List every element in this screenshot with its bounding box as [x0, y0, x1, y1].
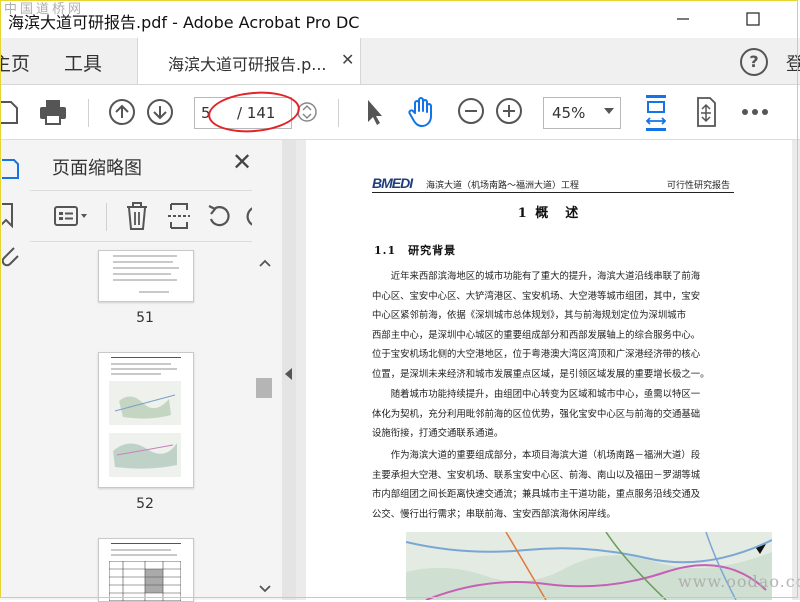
thumbnail-toolbar [30, 190, 282, 242]
main-toolbar: 5 / 141 45% [0, 85, 800, 140]
scroll-down-icon [259, 585, 271, 593]
zoom-out-icon[interactable] [456, 96, 486, 126]
tab-tools[interactable]: 工具 [64, 49, 102, 76]
toolbar-divider [106, 203, 107, 231]
page-header: BMEDI 海滨大道（机场南路～福洲大道）工程 可行性研究报告 [372, 175, 734, 193]
hand-tool-icon[interactable] [404, 95, 440, 129]
options-menu-icon[interactable] [52, 201, 92, 231]
delete-icon[interactable] [122, 199, 152, 233]
attachments-icon[interactable] [0, 242, 22, 272]
section-title: 1.1 研究背景 [374, 244, 457, 257]
zoom-level-value: 45% [552, 104, 586, 122]
fit-page-icon[interactable] [640, 93, 672, 133]
help-icon[interactable]: ? [740, 48, 768, 76]
print-icon[interactable] [36, 95, 70, 129]
watermark-bottom: www.oodao.com [678, 572, 800, 591]
sign-in-button[interactable]: 登 [786, 50, 800, 76]
collapse-arrow-icon [285, 368, 292, 380]
left-rail [0, 140, 31, 600]
extract-icon[interactable] [164, 199, 194, 233]
close-panel-icon[interactable]: ✕ [232, 148, 252, 176]
save-icon[interactable] [0, 97, 20, 127]
pdf-page: BMEDI 海滨大道（机场南路～福洲大道）工程 可行性研究报告 1 概 述 1.… [306, 140, 792, 600]
chapter-title: 1 概 述 [517, 206, 581, 221]
thumbnail-page[interactable] [98, 250, 194, 302]
window-title: 海滨大道可研报告.pdf - Adobe Acrobat Pro DC [8, 13, 360, 32]
panel-collapse-handle[interactable] [282, 140, 296, 600]
header-right: 可行性研究报告 [666, 181, 730, 191]
thumbnail-page[interactable] [98, 352, 194, 488]
tab-home[interactable]: 主页 [0, 49, 30, 76]
page-down-icon[interactable] [144, 96, 176, 128]
chevron-down-icon [604, 108, 614, 114]
tab-row: 主页 工具 海滨大道可研报告.p... ✕ [0, 38, 800, 85]
maximize-button[interactable] [730, 4, 776, 34]
thumbnail-scrollbar[interactable] [252, 140, 282, 600]
scroll-up-icon [259, 259, 271, 267]
header-title: 海滨大道（机场南路～福洲大道）工程 [426, 181, 580, 191]
select-cursor-icon[interactable] [360, 97, 388, 127]
panel-title: 页面缩略图 [52, 158, 142, 179]
zoom-in-icon[interactable] [494, 96, 524, 126]
title-bar: 中国道桥网 海滨大道可研报告.pdf - Adobe Acrobat Pro D… [0, 0, 800, 38]
thumbnail-map-image [109, 381, 181, 477]
thumbnail-table-image [109, 561, 181, 601]
document-view[interactable]: BMEDI 海滨大道（机场南路～福洲大道）工程 可行性研究报告 1 概 述 1.… [296, 140, 800, 600]
undo-icon[interactable] [204, 201, 234, 231]
minimize-button[interactable] [660, 4, 706, 34]
thumbnail-page-number: 52 [136, 496, 154, 512]
maximize-icon [746, 12, 760, 26]
tab-document[interactable]: 海滨大道可研报告.p... ✕ [137, 38, 361, 84]
toolbar-divider [88, 99, 89, 127]
more-icon[interactable] [738, 99, 772, 125]
paragraph: 近年来西部滨海地区的城市功能有了重大的提升，海滨大道沿线串联了前海 中心区、宝安… [372, 271, 710, 380]
paragraph: 随着城市功能持续提升，由组团中心转变为区域和城市中心，亟需以特区一 体化为契机，… [372, 389, 701, 440]
close-tab-icon[interactable]: ✕ [341, 50, 354, 69]
toolbar-divider [338, 99, 339, 127]
thumbnail-page-number: 51 [136, 310, 154, 326]
bookmarks-icon[interactable] [0, 200, 22, 230]
page-thumbnails-panel: 页面缩略图 ✕ 51 52 [30, 140, 282, 602]
paragraph: 作为海滨大道的重要组成部分，本项目海滨大道（机场南路－福洲大道）段 主要承担大空… [372, 450, 701, 520]
zoom-level-dropdown[interactable]: 45% [543, 97, 621, 129]
bmedi-logo: BMEDI [372, 175, 413, 191]
page-thumbnails-icon[interactable] [0, 154, 22, 184]
scroll-mode-icon[interactable] [690, 95, 722, 129]
document-tab-label: 海滨大道可研报告.p... [168, 55, 327, 74]
minimize-icon [677, 18, 689, 20]
scrollbar-thumb[interactable] [256, 378, 272, 398]
thumbnail-page[interactable] [98, 538, 194, 602]
page-up-icon[interactable] [106, 96, 138, 128]
